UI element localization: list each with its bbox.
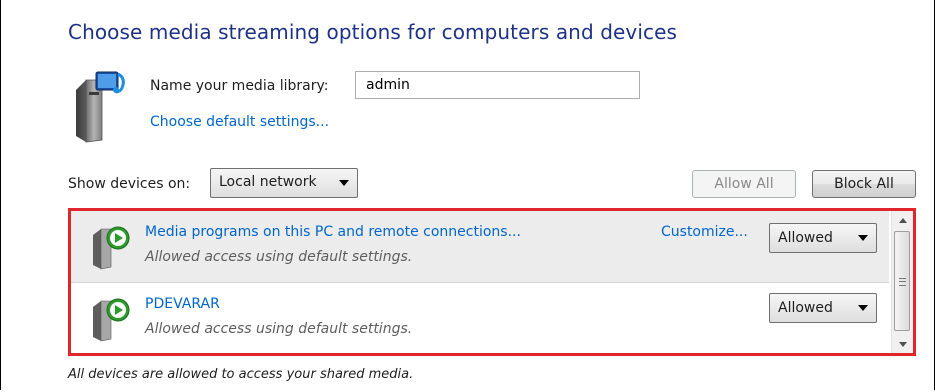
device-name-link[interactable]: PDEVARAR — [145, 296, 220, 312]
device-access-select[interactable]: Allowed — [769, 293, 877, 323]
media-library-name-label: Name your media library: — [150, 78, 329, 94]
chevron-down-icon — [858, 305, 868, 311]
media-device-play-icon — [93, 298, 130, 342]
scroll-down-button[interactable] — [892, 335, 913, 353]
allow-all-button[interactable]: Allow All — [692, 170, 796, 198]
show-devices-label: Show devices on: — [68, 176, 191, 192]
device-list-scrollbar[interactable] — [891, 211, 913, 353]
device-access-select[interactable]: Allowed — [769, 223, 877, 253]
device-row[interactable]: Media programs on this PC and remote con… — [71, 211, 889, 283]
scroll-thumb[interactable] — [894, 231, 910, 331]
network-select[interactable]: Local network — [210, 168, 358, 198]
choose-default-settings-link[interactable]: Choose default settings... — [150, 114, 329, 130]
page-title: Choose media streaming options for compu… — [68, 20, 678, 44]
device-status-text: Allowed access using default settings. — [145, 249, 413, 265]
media-library-name-input[interactable] — [355, 71, 640, 99]
network-select-value: Local network — [219, 174, 317, 190]
block-all-button[interactable]: Block All — [812, 170, 916, 198]
device-name-link[interactable]: Media programs on this PC and remote con… — [145, 224, 521, 240]
device-list: Media programs on this PC and remote con… — [68, 208, 916, 356]
device-status-text: Allowed access using default settings. — [145, 321, 413, 337]
scroll-up-button[interactable] — [892, 211, 913, 229]
device-row[interactable]: PDEVARAR Allowed access using default se… — [71, 283, 889, 353]
footer-status-text: All devices are allowed to access your s… — [68, 367, 414, 382]
chevron-down-icon — [339, 180, 349, 186]
media-library-server-icon — [76, 71, 125, 143]
device-access-value: Allowed — [778, 230, 833, 246]
chevron-down-icon — [858, 235, 868, 241]
customize-link[interactable]: Customize... — [661, 224, 748, 240]
grip-icon — [899, 278, 906, 286]
media-device-play-icon — [93, 226, 130, 270]
device-access-value: Allowed — [778, 300, 833, 316]
